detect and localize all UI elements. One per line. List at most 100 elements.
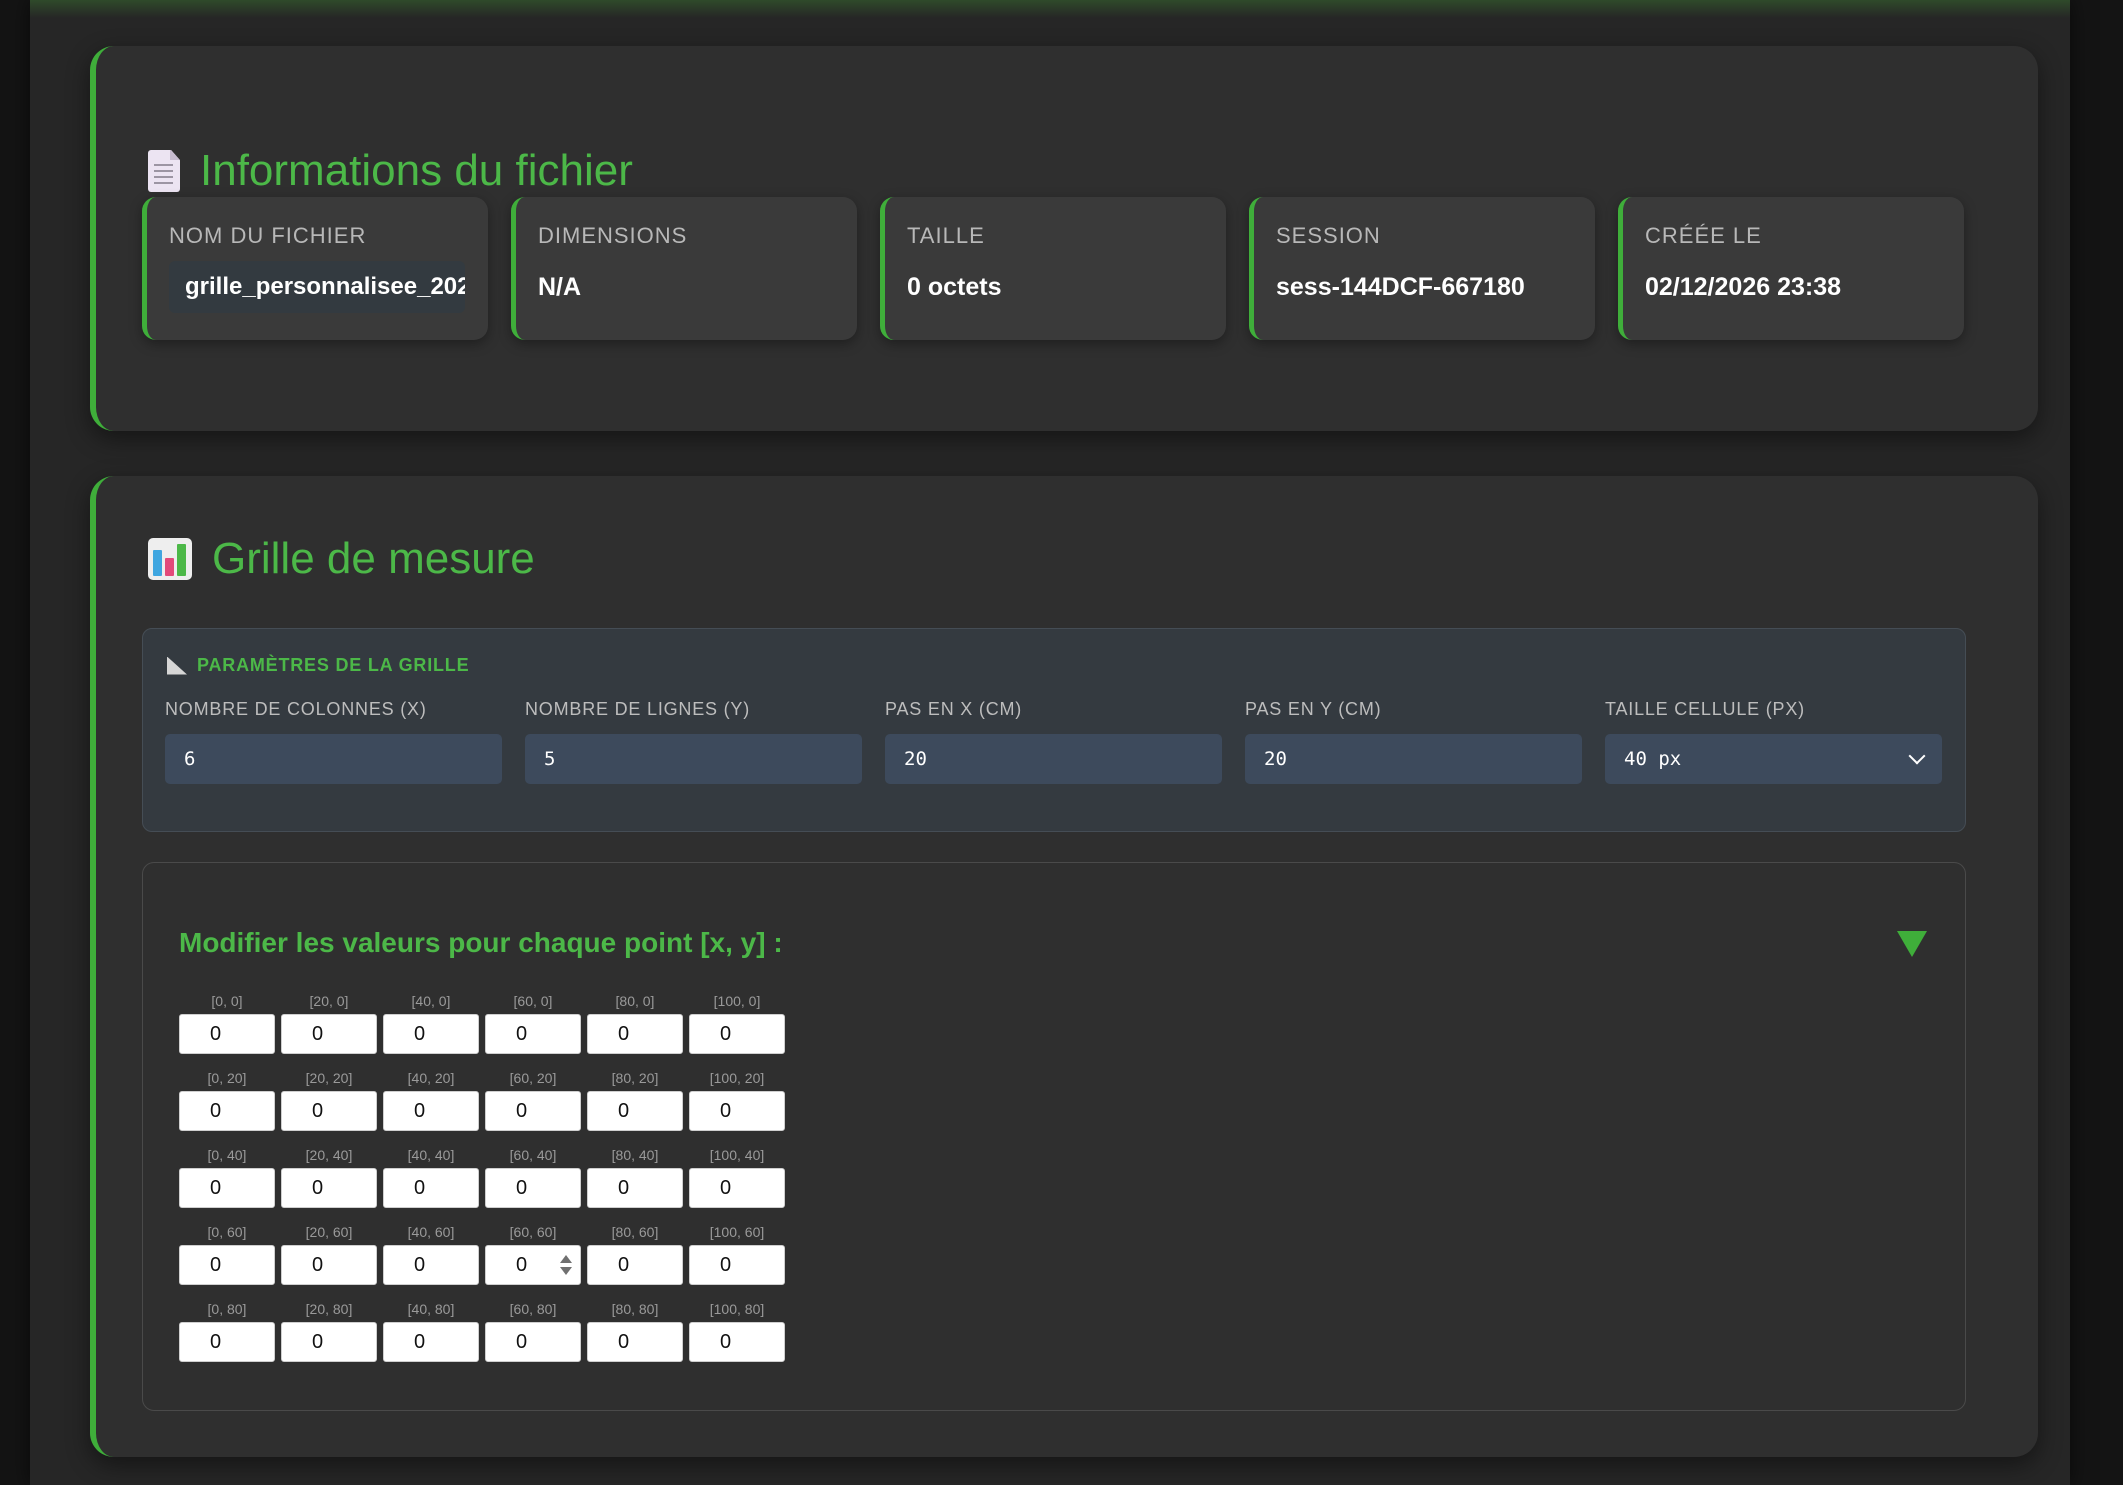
grid-point-input[interactable]: 0 — [587, 1245, 683, 1285]
point-values-grid: [0, 0] 0 [20, 0] 0 [40, 0] 0 [60, 0] 0 [80, 0] 0[… — [179, 993, 785, 1378]
grid-point-input[interactable]: 0 — [689, 1245, 785, 1285]
step-y-input[interactable]: 20 — [1245, 734, 1582, 784]
grid-point-label: [0, 40] — [207, 1147, 247, 1163]
grid-point-label: [40, 60] — [407, 1224, 455, 1240]
field-cell-size: TAILLE CELLULE (PX) 40 px — [1605, 699, 1942, 784]
spinner-arrows-icon[interactable] — [560, 1254, 572, 1276]
file-name-value[interactable]: grille_personnalisee_202 — [169, 261, 465, 313]
grid-point-input[interactable]: 0 — [383, 1014, 479, 1054]
grid-point-input[interactable]: 0 — [281, 1168, 377, 1208]
grid-point-input[interactable]: 0 — [485, 1168, 581, 1208]
grid-point-label: [100, 20] — [709, 1070, 765, 1086]
grid-params-box: PARAMÈTRES DE LA GRILLE NOMBRE DE COLONN… — [142, 628, 1966, 832]
grid-point-cell: [40, 80] 0 — [383, 1301, 479, 1378]
grid-point-label: [60, 60] — [509, 1224, 557, 1240]
field-label: PAS EN X (CM) — [885, 699, 1023, 719]
grid-point-cell: [80, 60] 0 — [587, 1224, 683, 1301]
card-label: DIMENSIONS — [538, 223, 688, 248]
collapse-triangle-icon[interactable] — [1897, 931, 1927, 957]
grid-point-input[interactable]: 0 — [587, 1014, 683, 1054]
app-window: Informations du fichier NOM DU FICHIER g… — [30, 0, 2070, 1485]
grid-point-label: [20, 40] — [305, 1147, 353, 1163]
cell-size-select[interactable]: 40 px — [1605, 734, 1942, 784]
card-label: SESSION — [1276, 223, 1381, 248]
grid-point-input[interactable]: 0 — [179, 1168, 275, 1208]
grid-point-cell: [100, 20] 0 — [689, 1070, 785, 1147]
file-info-header: Informations du fichier — [148, 146, 633, 196]
document-icon — [148, 150, 180, 192]
grid-point-input[interactable]: 0 — [689, 1091, 785, 1131]
grid-params-heading: PARAMÈTRES DE LA GRILLE — [167, 655, 469, 676]
measure-grid-title: Grille de mesure — [212, 534, 535, 583]
grid-point-label: [80, 0] — [615, 993, 655, 1009]
grid-point-input[interactable]: 0 — [179, 1245, 275, 1285]
grid-point-cell: [0, 60] 0 — [179, 1224, 275, 1301]
columns-input[interactable]: 6 — [165, 734, 502, 784]
rows-input[interactable]: 5 — [525, 734, 862, 784]
grid-point-label: [60, 80] — [509, 1301, 557, 1317]
grid-point-cell: [100, 60] 0 — [689, 1224, 785, 1301]
grid-point-input[interactable]: 0 — [383, 1168, 479, 1208]
grid-point-input[interactable]: 0 — [179, 1322, 275, 1362]
grid-point-label: [100, 80] — [709, 1301, 765, 1317]
grid-point-input[interactable]: 0 — [281, 1245, 377, 1285]
grid-point-cell: [80, 20] 0 — [587, 1070, 683, 1147]
grid-point-label: [80, 20] — [611, 1070, 659, 1086]
grid-point-input[interactable]: 0 — [281, 1322, 377, 1362]
grid-point-input[interactable]: 0 — [689, 1014, 785, 1054]
grid-point-label: [0, 60] — [207, 1224, 247, 1240]
grid-point-input[interactable]: 0 — [485, 1322, 581, 1362]
grid-point-input[interactable]: 0 — [689, 1168, 785, 1208]
file-info-panel: Informations du fichier NOM DU FICHIER g… — [90, 46, 2038, 431]
measure-grid-panel: Grille de mesure PARAMÈTRES DE LA GRILLE… — [90, 476, 2038, 1457]
grid-point-cell: [80, 0] 0 — [587, 993, 683, 1070]
grid-point-input[interactable]: 0 — [281, 1091, 377, 1131]
card-session: SESSION sess-144DCF-667180 — [1249, 197, 1595, 340]
grid-point-input[interactable]: 0 — [587, 1091, 683, 1131]
grid-point-label: [0, 0] — [211, 993, 243, 1009]
card-file-name: NOM DU FICHIER grille_personnalisee_202 — [142, 197, 488, 340]
grid-point-input[interactable]: 0 — [383, 1245, 479, 1285]
grid-point-label: [60, 0] — [513, 993, 553, 1009]
grid-point-input[interactable]: 0 — [281, 1014, 377, 1054]
grid-point-input[interactable]: 0 — [485, 1014, 581, 1054]
grid-point-input[interactable]: 0 — [179, 1014, 275, 1054]
grid-point-label: [60, 20] — [509, 1070, 557, 1086]
grid-point-label: [80, 60] — [611, 1224, 659, 1240]
grid-point-input[interactable]: 0 — [383, 1322, 479, 1362]
size-value: 0 octets — [907, 273, 1002, 301]
step-x-input[interactable]: 20 — [885, 734, 1222, 784]
measure-grid-header: Grille de mesure — [148, 534, 535, 584]
grid-point-cell: [20, 60] 0 — [281, 1224, 377, 1301]
grid-point-input[interactable]: 0 — [587, 1168, 683, 1208]
grid-point-cell: [40, 0] 0 — [383, 993, 479, 1070]
grid-params-fields: NOMBRE DE COLONNES (X) 6 NOMBRE DE LIGNE… — [165, 699, 1942, 784]
grid-point-label: [40, 0] — [411, 993, 451, 1009]
grid-point-input[interactable]: 0 — [179, 1091, 275, 1131]
grid-point-cell: [100, 80] 0 — [689, 1301, 785, 1378]
file-info-cards: NOM DU FICHIER grille_personnalisee_202 … — [142, 197, 1964, 340]
grid-point-input[interactable]: 0 — [689, 1322, 785, 1362]
field-label: PAS EN Y (CM) — [1245, 699, 1382, 719]
grid-point-input[interactable]: 0 — [587, 1322, 683, 1362]
session-value: sess-144DCF-667180 — [1276, 273, 1525, 301]
grid-point-input[interactable]: 0 — [383, 1091, 479, 1131]
grid-point-label: [20, 60] — [305, 1224, 353, 1240]
grid-point-label: [40, 40] — [407, 1147, 455, 1163]
field-label: NOMBRE DE COLONNES (X) — [165, 699, 427, 719]
card-label: TAILLE — [907, 223, 985, 248]
grid-point-label: [100, 0] — [713, 993, 761, 1009]
top-bar-glow — [30, 0, 2070, 18]
grid-point-label: [20, 0] — [309, 993, 349, 1009]
grid-point-label: [20, 20] — [305, 1070, 353, 1086]
grid-point-cell: [60, 80] 0 — [485, 1301, 581, 1378]
grid-point-cell: [40, 20] 0 — [383, 1070, 479, 1147]
grid-point-cell: [60, 60] 0 — [485, 1224, 581, 1301]
grid-point-cell: [20, 0] 0 — [281, 993, 377, 1070]
chevron-down-icon — [1908, 747, 1926, 765]
dimensions-value: N/A — [538, 273, 582, 301]
grid-point-input[interactable]: 0 — [485, 1245, 581, 1285]
grid-point-label: [0, 20] — [207, 1070, 247, 1086]
grid-point-cell: [0, 40] 0 — [179, 1147, 275, 1224]
grid-point-input[interactable]: 0 — [485, 1091, 581, 1131]
